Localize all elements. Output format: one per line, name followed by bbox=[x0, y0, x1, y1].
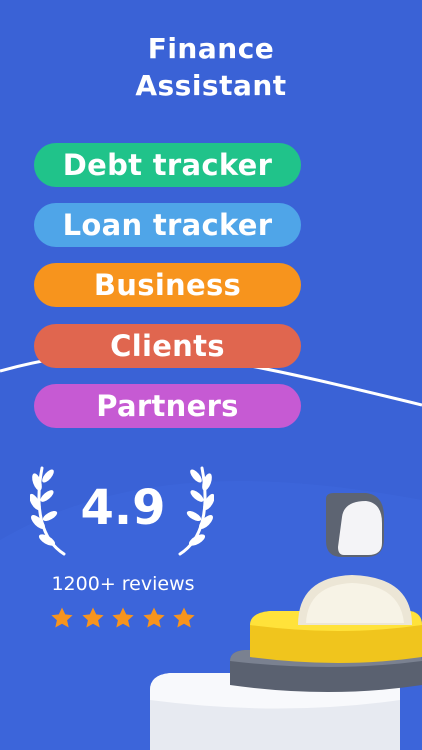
star-icon bbox=[81, 607, 104, 628]
feature-label: Business bbox=[93, 268, 242, 302]
title-line-2: Assistant bbox=[135, 69, 287, 102]
person-podium-illustration bbox=[150, 493, 422, 750]
feature-label: Partners bbox=[96, 389, 239, 423]
star-icon bbox=[51, 607, 73, 628]
page-title: Finance Assistant bbox=[0, 30, 422, 104]
feature-pill-partners: Partners bbox=[34, 384, 301, 428]
title-line-1: Finance bbox=[147, 32, 275, 65]
feature-pill-debt-tracker: Debt tracker bbox=[34, 143, 301, 187]
feature-pill-loan-tracker: Loan tracker bbox=[34, 203, 301, 247]
feature-label: Debt tracker bbox=[62, 148, 273, 182]
feature-pill-clients: Clients bbox=[34, 324, 301, 368]
feature-pill-business: Business bbox=[34, 263, 301, 307]
laurel-left-icon bbox=[30, 466, 66, 556]
feature-label: Clients bbox=[110, 329, 225, 363]
feature-label: Loan tracker bbox=[62, 208, 273, 242]
